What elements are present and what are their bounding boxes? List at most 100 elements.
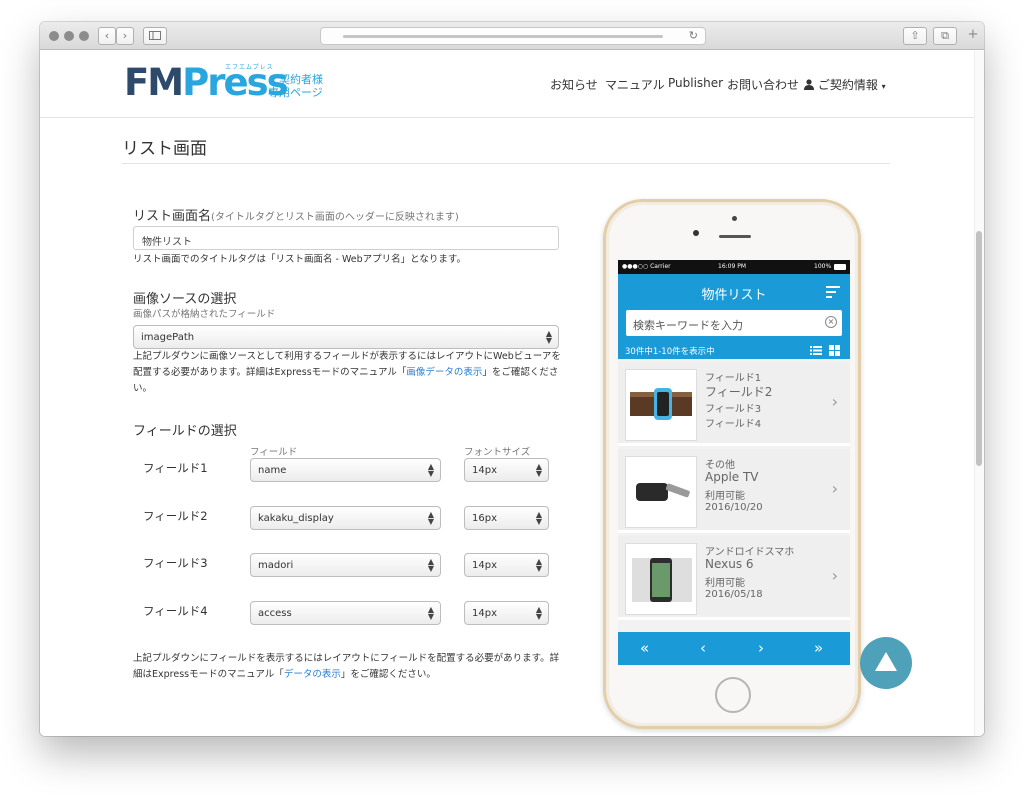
apple-watch-image	[625, 369, 697, 441]
select-arrows-icon: ▲ ▼	[427, 510, 434, 526]
apple-tv-illustration	[636, 483, 690, 501]
search-placeholder: 検索キーワードを入力	[633, 319, 743, 332]
show-tabs-button[interactable]: ⧉	[933, 27, 957, 45]
field3-label: フィールド3	[143, 556, 208, 570]
item3-line4: 2016/05/18	[705, 589, 763, 600]
list-item[interactable]: フィールド1 フィールド2 フィールド3 フィールド4 ›	[618, 362, 850, 446]
apple-tv-image	[625, 456, 697, 528]
minimize-window-button[interactable]	[64, 31, 74, 41]
fields-help-text2: 細はExpressモードのマニュアル「	[133, 669, 284, 680]
forward-button[interactable]: ›	[116, 27, 134, 45]
item1-line1: フィールド1	[705, 373, 762, 384]
address-bar[interactable]: ↻	[320, 27, 706, 45]
chevron-right-icon: ›	[831, 566, 838, 585]
select-arrows-icon: ▲ ▼	[535, 605, 542, 621]
image-help-text2: 配置する必要があります。詳細はExpressモードのマニュアル「	[133, 367, 407, 378]
fields-help: 上記プルダウンにフィールドを表示するにはレイアウトにフィールドを配置する必要があ…	[133, 651, 563, 683]
field4-select[interactable]: access ▲ ▼	[250, 601, 441, 625]
zoom-window-button[interactable]	[79, 31, 89, 41]
field4-size-select[interactable]: 14px ▲ ▼	[464, 601, 549, 625]
field2-value: kakaku_display	[258, 513, 334, 524]
field3-select[interactable]: madori ▲ ▼	[250, 553, 441, 577]
sidebar-toggle-button[interactable]	[143, 27, 167, 45]
logo-part1: FM	[124, 61, 184, 104]
close-window-button[interactable]	[49, 31, 59, 41]
phone-status-bar: ●●●○○ Carrier 16:09 PM 100%	[618, 260, 850, 274]
scroll-to-top-button[interactable]	[860, 637, 912, 689]
grid-view-icon[interactable]	[829, 345, 840, 356]
item3-line2: Nexus 6	[705, 557, 754, 571]
image-help-line3: い。	[133, 383, 153, 394]
nexus-phone-illustration	[632, 558, 692, 602]
result-count-bar: 30件中1-10件を表示中	[618, 341, 850, 359]
fields-help-line2: 細はExpressモードのマニュアル「データの表示」をご確認ください。	[133, 667, 563, 683]
image-source-select[interactable]: imagePath ▲ ▼	[133, 325, 559, 349]
share-button[interactable]: ⇧	[903, 27, 927, 45]
user-icon	[804, 79, 814, 90]
blurred-url	[343, 35, 663, 38]
select-arrows-icon: ▲ ▼	[427, 462, 434, 478]
fontsize-column-header: フォントサイズ	[464, 447, 531, 458]
list-view-icon[interactable]	[810, 346, 822, 355]
chevron-right-icon: ›	[831, 392, 838, 411]
list-name-note: (タイトルタグとリスト画面のヘッダーに反映されます)	[211, 212, 459, 223]
app-title: 物件リスト	[701, 288, 767, 303]
caret-down-icon: ▾	[881, 82, 886, 91]
phone-preview: ●●●○○ Carrier 16:09 PM 100% 物件リスト 検索キーワー…	[603, 199, 861, 729]
field2-select[interactable]: kakaku_display ▲ ▼	[250, 506, 441, 530]
last-page-icon[interactable]: »	[814, 639, 823, 657]
page-scrollbar[interactable]	[974, 51, 984, 736]
item1-line3: フィールド3	[705, 404, 762, 415]
field2-size-value: 16px	[472, 513, 497, 524]
browser-titlebar: ‹ › ↻ ⇧ ⧉ +	[40, 22, 984, 50]
field-column-header: フィールド	[250, 447, 298, 458]
field1-size-select[interactable]: 14px ▲ ▼	[464, 458, 549, 482]
prev-page-icon[interactable]: ‹	[700, 639, 706, 657]
field2-size-select[interactable]: 16px ▲ ▼	[464, 506, 549, 530]
clear-icon[interactable]: ×	[825, 316, 837, 328]
sort-icon[interactable]	[826, 286, 840, 298]
phone-screen: ●●●○○ Carrier 16:09 PM 100% 物件リスト 検索キーワー…	[618, 260, 850, 665]
nav-contact[interactable]: お問い合わせ	[727, 76, 799, 93]
field3-size-select[interactable]: 14px ▲ ▼	[464, 553, 549, 577]
nav-news[interactable]: お知らせ	[550, 76, 598, 93]
carrier-label: ●●●○○ Carrier	[622, 263, 671, 270]
status-time: 16:09 PM	[718, 263, 746, 270]
search-input[interactable]: 検索キーワードを入力 ×	[626, 310, 842, 336]
page-content: FMPress エフエムプレス ご契約者様 専用ページ お知らせ マニュアル P…	[40, 51, 984, 736]
page-title: リスト画面	[122, 139, 207, 159]
field3-size-value: 14px	[472, 560, 497, 571]
nav-publisher[interactable]: Publisher	[668, 76, 723, 90]
image-data-link[interactable]: 画像データの表示	[406, 367, 482, 378]
image-source-value: imagePath	[141, 332, 195, 343]
first-page-icon[interactable]: «	[640, 639, 649, 657]
field3-value: madori	[258, 560, 294, 571]
list-item[interactable]: アンドロイドスマホ Nexus 6 利用可能 2016/05/18 ›	[618, 536, 850, 620]
image-help-line2: 配置する必要があります。詳細はExpressモードのマニュアル「画像データの表示…	[133, 365, 563, 381]
logo-kana: エフエムプレス	[225, 64, 274, 71]
next-page-icon[interactable]: ›	[758, 639, 764, 657]
phone-front-camera	[693, 230, 699, 236]
select-arrows-icon: ▲ ▼	[535, 462, 542, 478]
nav-manual[interactable]: マニュアル	[605, 76, 665, 93]
list-name-heading: リスト画面名(タイトルタグとリスト画面のヘッダーに反映されます)	[133, 205, 459, 224]
item1-line2: フィールド2	[705, 385, 773, 399]
field2-label: フィールド2	[143, 509, 208, 523]
divider	[122, 163, 890, 164]
scrollbar-thumb[interactable]	[976, 231, 982, 466]
list-name-input[interactable]: 物件リスト	[133, 226, 559, 250]
new-tab-button[interactable]: +	[964, 27, 982, 45]
list-name-label: リスト画面名	[133, 209, 212, 224]
nav-account-menu[interactable]: ご契約情報 ▾	[804, 76, 886, 93]
back-button[interactable]: ‹	[98, 27, 116, 45]
image-field-caption: 画像パスが格納されたフィールド	[133, 309, 276, 320]
field1-select[interactable]: name ▲ ▼	[250, 458, 441, 482]
field4-value: access	[258, 608, 292, 619]
reload-icon[interactable]: ↻	[689, 29, 698, 42]
select-arrows-icon: ▲ ▼	[535, 557, 542, 573]
item2-line4: 2016/10/20	[705, 502, 763, 513]
select-arrows-icon: ▲ ▼	[427, 605, 434, 621]
data-display-link[interactable]: データの表示	[284, 669, 341, 680]
list-item[interactable]: その他 Apple TV 利用可能 2016/10/20 ›	[618, 449, 850, 533]
phone-speaker	[719, 235, 751, 238]
